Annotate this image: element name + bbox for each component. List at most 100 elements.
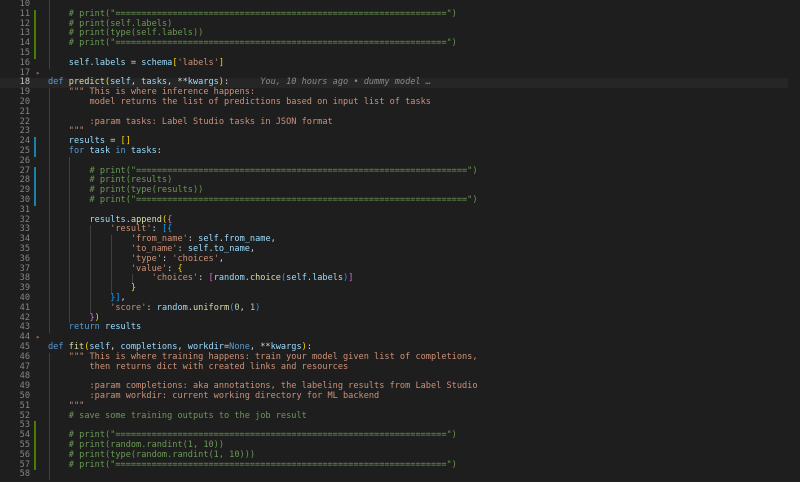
code-token: # print(self.labels) [68, 18, 173, 29]
code-token: results [68, 214, 126, 225]
git-added-marker[interactable] [34, 19, 36, 30]
code-token: self [89, 342, 111, 352]
code-token: ] [348, 273, 354, 284]
code-text: for task in tasks: [68, 146, 162, 157]
code-token: { [167, 214, 173, 225]
code-line[interactable]: 16 self.labels = schema['labels'] [0, 57, 800, 69]
code-token: def [48, 77, 69, 88]
git-modified-marker[interactable] [34, 196, 36, 206]
code-editor[interactable]: 10 11 # print("===========================… [0, 0, 800, 482]
code-text: # print("===============================… [68, 195, 478, 206]
code-text: # save some training outputs to the job … [69, 411, 307, 422]
git-added-marker[interactable] [34, 29, 36, 40]
code-token: kwargs [270, 342, 302, 352]
code-line[interactable]: 14 # print("=============================… [0, 38, 800, 49]
code-token: results [68, 136, 106, 147]
code-line[interactable]: 58 [0, 469, 800, 481]
code-token: # print("===============================… [68, 430, 457, 441]
code-token: append [130, 214, 162, 225]
git-added-marker[interactable] [34, 431, 36, 441]
code-token: return [68, 322, 106, 333]
code-token: 'type' [68, 253, 162, 264]
code-token: then returns dict with created links and… [68, 361, 349, 372]
code-token: [] [120, 136, 131, 147]
git-modified-marker[interactable] [34, 176, 36, 187]
indent-guide [48, 0, 50, 10]
code-token: ) [94, 312, 100, 323]
git-added-marker[interactable] [34, 460, 36, 471]
code-token: # print(type(self.labels)) [68, 28, 204, 39]
indent-guide [48, 29, 50, 40]
code-line[interactable]: 57 # print("=============================… [0, 459, 800, 471]
code-token: : [151, 224, 162, 235]
code-token: 'result' [68, 224, 152, 235]
indent-guide [48, 166, 50, 177]
code-token: uniform [193, 302, 230, 313]
indent-guide [48, 176, 50, 187]
git-blame-annotation: You, 10 hours ago • dummy model … [229, 77, 431, 88]
git-modified-marker[interactable] [34, 147, 36, 157]
code-token: # print(type(random.randint(1, 10))) [68, 449, 256, 460]
code-token: # print("===============================… [68, 195, 478, 205]
code-token: fit [68, 342, 85, 352]
code-token: , [120, 293, 126, 303]
code-token: """ [68, 126, 85, 137]
indent-guide [48, 39, 50, 49]
code-token: labels [312, 273, 344, 284]
code-token: , [218, 253, 225, 264]
code-line[interactable]: 25 for task in tasks: [0, 146, 800, 157]
code-token: 'to_name' [68, 244, 178, 254]
code-line[interactable]: 41 'score': random.uniform(0, 1) [0, 302, 800, 314]
code-token: schema [141, 57, 173, 68]
line-number: 58 [19, 469, 30, 480]
git-added-marker[interactable] [34, 421, 36, 432]
code-token: ] [218, 57, 225, 68]
indent-guide [48, 264, 50, 275]
code-token: 'choices' [172, 253, 219, 264]
code-line[interactable]: 52 # save some training outputs to the jo… [0, 411, 800, 422]
code-text: :param workdir: current working director… [69, 391, 379, 402]
indent-guide [48, 156, 50, 167]
code-line[interactable]: 30 # print("============================… [0, 195, 800, 206]
code-line[interactable]: 47 then returns dict with created links … [0, 361, 800, 373]
git-modified-marker[interactable] [34, 186, 36, 196]
code-token: labels [94, 57, 126, 68]
code-token: 'labels' [177, 57, 219, 68]
code-token: : [198, 273, 209, 284]
git-added-marker[interactable] [34, 39, 36, 49]
git-added-marker[interactable] [34, 9, 36, 20]
indent-guide [48, 107, 50, 118]
indent-guide [48, 9, 50, 20]
code-token: # print("===============================… [68, 38, 457, 49]
git-modified-marker[interactable] [34, 166, 36, 177]
code-token: : [161, 253, 173, 264]
code-token: self [110, 77, 131, 88]
indent-guide [48, 117, 50, 128]
indent-guide [48, 323, 50, 334]
code-token: } [68, 312, 95, 323]
git-added-marker[interactable] [34, 441, 36, 451]
indent-guide [48, 411, 50, 422]
code-token: for [68, 146, 90, 156]
indent-guide [48, 352, 50, 363]
git-added-marker[interactable] [34, 450, 36, 461]
fold-marker-icon[interactable]: ▸ [36, 69, 40, 79]
git-added-marker[interactable] [34, 49, 36, 59]
code-line[interactable]: 43 return results [0, 322, 800, 334]
code-token: kwargs [187, 77, 219, 88]
code-line[interactable]: 20 model returns the list of predictions… [0, 97, 800, 108]
git-modified-marker[interactable] [34, 137, 36, 147]
code-token: # print("===============================… [68, 459, 457, 470]
indent-guide [48, 235, 50, 245]
code-line[interactable]: 50 :param workdir: current working direc… [0, 391, 800, 402]
code-token: self [68, 57, 90, 68]
indent-guide [48, 49, 50, 59]
code-token: self [187, 244, 209, 254]
code-token: choice [249, 273, 281, 284]
code-token: : [177, 244, 188, 254]
code-token: 'value' [68, 263, 168, 274]
vertical-scrollbar[interactable] [788, 0, 800, 482]
fold-marker-icon[interactable]: ▸ [36, 333, 40, 343]
code-token: [{ [161, 224, 173, 235]
code-line[interactable]: 22 :param tasks: Label Studio tasks in J… [0, 117, 800, 128]
